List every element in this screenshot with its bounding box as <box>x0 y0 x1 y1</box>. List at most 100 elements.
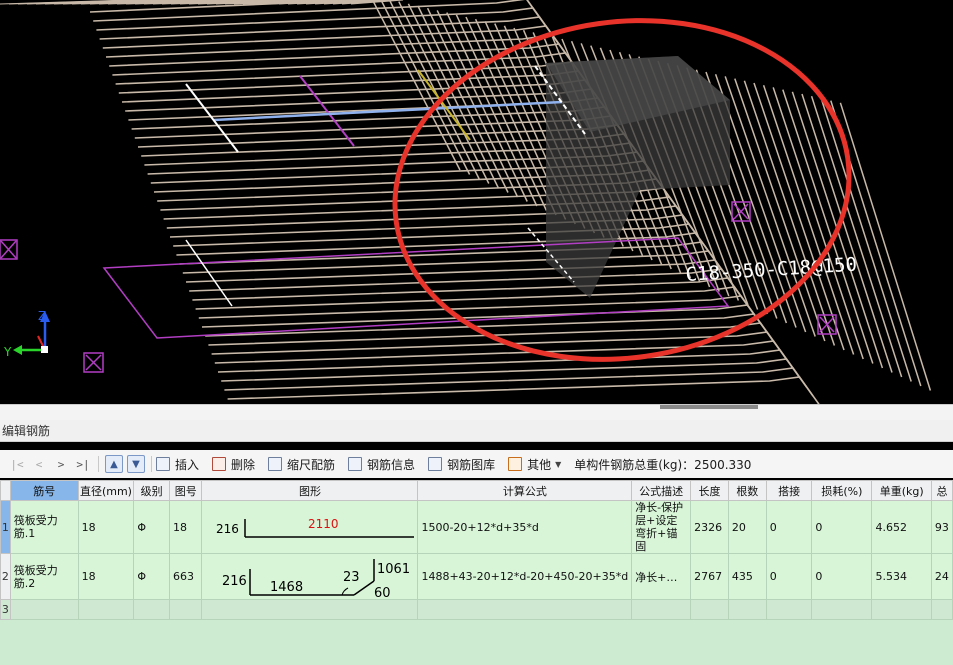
move-down-icon[interactable]: ▼ <box>127 455 145 473</box>
insert-icon <box>156 457 170 471</box>
shape-cell[interactable]: 216 1468 23 1061 60 <box>201 553 419 600</box>
rebar-info-label: 钢筋信息 <box>367 457 416 472</box>
empty-cell[interactable] <box>133 599 170 620</box>
column-header[interactable]: 长度 <box>690 480 729 501</box>
column-header[interactable]: 单重(kg) <box>871 480 932 501</box>
toolbar-divider <box>98 456 99 472</box>
empty-cell[interactable] <box>930 599 953 620</box>
grade-cell[interactable]: Φ <box>133 553 170 600</box>
column-header[interactable]: 级别 <box>133 480 170 501</box>
rebar-3d-drawing: C18-350-C18@150 Z Y <box>0 0 932 404</box>
shape-length-label: 1468 <box>270 580 303 595</box>
row-number[interactable]: 1 <box>0 500 11 554</box>
move-up-icon[interactable]: ▲ <box>105 455 123 473</box>
empty-cell[interactable] <box>765 599 813 620</box>
grade-cell[interactable]: Φ <box>133 500 170 554</box>
empty-cell[interactable] <box>417 599 633 620</box>
unit-weight-cell[interactable]: 5.534 <box>871 553 932 600</box>
first-record-button[interactable]: |< <box>6 458 28 471</box>
lap-cell[interactable]: 0 <box>765 553 813 600</box>
loss-cell[interactable]: 0 <box>811 500 873 554</box>
column-header[interactable]: 筋号 <box>9 480 79 501</box>
diameter-cell[interactable]: 18 <box>77 553 135 600</box>
rebar-line <box>743 80 836 346</box>
table-row-empty[interactable]: 3 <box>0 599 953 620</box>
rebar-line <box>724 76 816 337</box>
unit-weight-cell[interactable]: 4.652 <box>871 500 932 554</box>
total-weight-cell[interactable]: 93 <box>930 500 953 554</box>
column-header[interactable]: 搭接 <box>765 480 813 501</box>
bar-shape-drawing: 216 1468 23 1061 60 <box>222 558 411 599</box>
row-number[interactable]: 3 <box>0 599 11 620</box>
shape-no-cell[interactable]: 18 <box>168 500 203 554</box>
shape-hook-label: 216 <box>216 522 239 536</box>
column-header[interactable]: 公式描述 <box>631 480 692 501</box>
column-header[interactable]: 根数 <box>727 480 767 501</box>
next-record-button[interactable]: > <box>50 458 72 471</box>
shape-length-label: 2110 <box>308 517 339 531</box>
last-record-button[interactable]: >| <box>72 458 94 471</box>
insert-label: 插入 <box>175 457 200 472</box>
empty-cell[interactable] <box>77 599 135 620</box>
shape-cell[interactable]: 216 2110 <box>201 500 419 554</box>
column-header[interactable]: 图形 <box>201 480 419 501</box>
axis-y-label: Y <box>3 345 12 359</box>
rebar-library-label: 钢筋图库 <box>447 457 496 472</box>
bar-name-cell[interactable]: 筏板受力筋.2 <box>9 553 79 600</box>
description-cell[interactable]: 净长-保护层+设定弯折+锚固 <box>631 500 692 554</box>
column-header[interactable]: 总 <box>930 480 953 501</box>
formula-cell[interactable]: 1488+43-20+12*d-20+450-20+35*d <box>417 553 633 600</box>
length-cell[interactable]: 2326 <box>690 500 729 554</box>
rebar-library-button[interactable]: 钢筋图库 <box>428 456 495 473</box>
shape-angle-label: 23 <box>343 570 360 585</box>
total-weight-cell[interactable]: 24 <box>930 553 953 600</box>
scale-rebar-button[interactable]: 缩尺配筋 <box>268 456 335 473</box>
toolbar-divider <box>151 456 152 472</box>
column-header[interactable]: 直径(mm) <box>77 480 135 501</box>
table-row[interactable]: 1 筏板受力筋.1 18 Φ 18 216 2110 1500-20+12*d+… <box>0 500 953 554</box>
close-box-icon[interactable] <box>817 314 837 335</box>
splitter-grip[interactable] <box>660 405 758 409</box>
empty-cell[interactable] <box>871 599 932 620</box>
empty-cell[interactable] <box>727 599 767 620</box>
rebar-info-button[interactable]: 钢筋信息 <box>348 456 415 473</box>
description-cell[interactable]: 净长+… <box>631 553 692 600</box>
count-cell[interactable]: 20 <box>727 500 767 554</box>
document-icon <box>348 457 363 471</box>
close-box-icon[interactable] <box>83 352 104 373</box>
column-header[interactable]: 损耗(%) <box>811 480 873 501</box>
table-row[interactable]: 2 筏板受力筋.2 18 Φ 663 216 1468 23 1061 60 1… <box>0 553 953 600</box>
formula-cell[interactable]: 1500-20+12*d+35*d <box>417 500 633 554</box>
panel-splitter[interactable] <box>0 404 953 420</box>
axis-z-label: Z <box>38 309 46 323</box>
table-header-row: 筋号 直径(mm) 级别 图号 图形 计算公式 公式描述 长度 根数 搭接 损耗… <box>0 480 953 501</box>
diameter-cell[interactable]: 18 <box>77 500 135 554</box>
other-icon <box>508 457 523 471</box>
empty-cell[interactable] <box>811 599 873 620</box>
delete-button[interactable]: 删除 <box>212 456 255 473</box>
count-cell[interactable]: 435 <box>727 553 767 600</box>
column-header[interactable]: 图号 <box>168 480 203 501</box>
lap-cell[interactable]: 0 <box>765 500 813 554</box>
rebar-line <box>839 102 932 391</box>
shape-no-cell[interactable]: 663 <box>168 553 203 600</box>
loss-cell[interactable]: 0 <box>811 553 873 600</box>
empty-cell[interactable] <box>168 599 203 620</box>
close-box-icon[interactable] <box>0 239 18 260</box>
scale-label: 缩尺配筋 <box>287 457 336 472</box>
empty-cell[interactable] <box>201 599 419 620</box>
column-header[interactable]: 计算公式 <box>417 480 633 501</box>
insert-button[interactable]: 插入 <box>156 456 199 473</box>
other-menu-button[interactable]: 其他 ▼ <box>508 456 561 473</box>
empty-cell[interactable] <box>690 599 729 620</box>
length-cell[interactable]: 2767 <box>690 553 729 600</box>
total-weight-label: 单构件钢筋总重(kg)：2500.330 <box>574 457 752 472</box>
empty-cell[interactable] <box>631 599 692 620</box>
bar-name-cell[interactable]: 筏板受力筋.1 <box>9 500 79 554</box>
empty-cell[interactable] <box>9 599 79 620</box>
3d-viewport[interactable]: C18-350-C18@150 Z Y <box>0 0 953 404</box>
prev-record-button[interactable]: < <box>28 458 50 471</box>
chevron-down-icon: ▼ <box>555 459 562 469</box>
rebar-table: 筋号 直径(mm) 级别 图号 图形 计算公式 公式描述 长度 根数 搭接 损耗… <box>0 480 953 620</box>
row-number[interactable]: 2 <box>0 553 11 600</box>
